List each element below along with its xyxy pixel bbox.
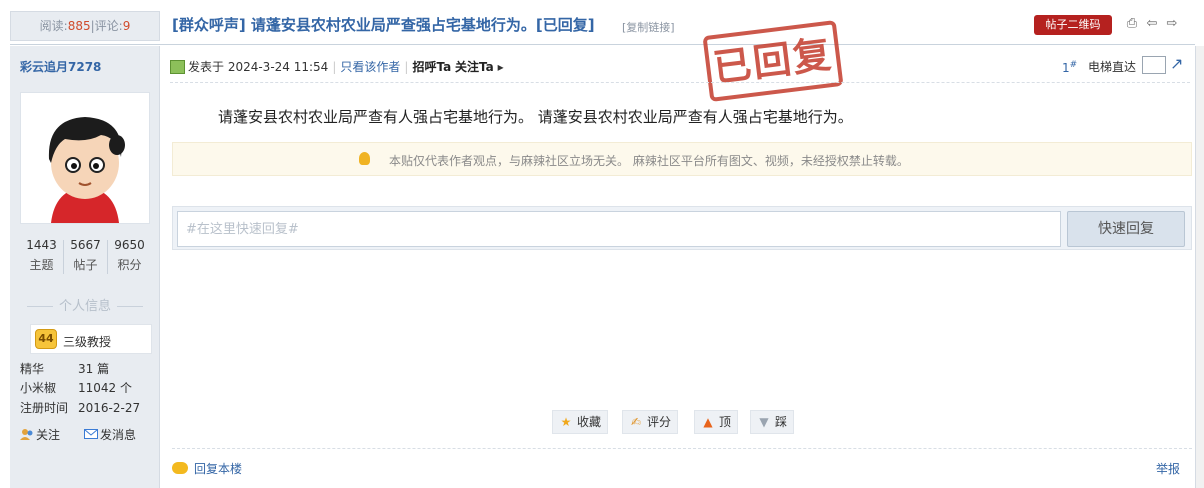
scrollbar[interactable] [1196, 46, 1204, 488]
threads-count: 1443 [26, 238, 57, 252]
online-status-icon [170, 60, 185, 74]
floor-num: 1 [1062, 61, 1070, 75]
reply-floor-link[interactable]: 回复本楼 [172, 460, 242, 477]
star-icon: ★ [560, 415, 572, 429]
meta-value: 11042 个 [78, 381, 132, 395]
thread-header: 阅读:885|评论:9 [群众呼声] 请蓬安县农村农业局严查强占宅基地行为。[已… [0, 0, 1204, 46]
points-label: 积分 [117, 258, 142, 272]
post-meta: 发表于 2024-3-24 11:54 | 只看该作者 | 招呼Ta 关注Ta ▸ [170, 58, 504, 75]
downvote-label: 踩 [775, 415, 788, 429]
elevator-input[interactable] [1142, 56, 1166, 74]
quick-reply-input[interactable] [177, 211, 1061, 247]
stat-points[interactable]: 9650 积分 [108, 238, 151, 273]
author-stats: 1443 主题 5667 帖子 9650 积分 [20, 238, 150, 276]
personal-info-heading: 个人信息 [20, 295, 150, 314]
stat-posts[interactable]: 5667 帖子 [64, 238, 107, 273]
upvote-label: 顶 [719, 415, 732, 429]
only-author-link[interactable]: 只看该作者 [340, 60, 400, 74]
floor-number[interactable]: 1# [1062, 60, 1077, 75]
favorite-button[interactable]: ★ 收藏 [552, 410, 609, 434]
rate-icon: ✍ [630, 415, 642, 429]
prev-thread-icon[interactable]: ⇦ [1144, 16, 1160, 32]
print-icon[interactable]: ⎙ [1124, 16, 1140, 32]
rate-label: 评分 [647, 415, 672, 429]
header-divider [10, 44, 1195, 45]
meta-essence: 精华 31 篇 [20, 360, 109, 377]
post-content: 请蓬安县农村农业局严查有人强占宅基地行为。 请蓬安县农村农业局严查有人强占宅基地… [218, 108, 853, 126]
elevator-label: 电梯直达 [1088, 60, 1137, 74]
rate-button[interactable]: ✍ 评分 [622, 410, 679, 434]
comments-count: 9 [122, 19, 131, 33]
heading-line [26, 306, 53, 307]
stat-threads[interactable]: 1443 主题 [20, 238, 63, 273]
speech-bubble-icon [172, 462, 188, 474]
thread-title[interactable]: [群众呼声] 请蓬安县农村农业局严查强占宅基地行为。[已回复] [172, 14, 595, 35]
message-label: 发消息 [100, 428, 137, 442]
quick-reply-box: 快速回复 [172, 206, 1192, 250]
views-label: 阅读: [39, 19, 68, 33]
floor-suffix: # [1069, 60, 1078, 70]
rank-level-icon: 44 [35, 329, 57, 349]
send-message-button[interactable]: 发消息 [84, 426, 136, 443]
meta-key: 精华 [20, 362, 45, 376]
next-thread-icon[interactable]: ⇨ [1164, 16, 1180, 32]
meta-key: 注册时间 [20, 401, 69, 415]
follow-users-icon [20, 428, 34, 440]
copy-link[interactable]: [复制链接] [622, 19, 675, 35]
favorite-label: 收藏 [577, 415, 602, 429]
meta-value: 31 篇 [78, 362, 110, 376]
threads-label: 主题 [29, 258, 54, 272]
posts-label: 帖子 [73, 258, 98, 272]
downvote-button[interactable]: ▼ 踩 [750, 410, 795, 434]
post-panel: 发表于 2024-3-24 11:54 | 只看该作者 | 招呼Ta 关注Ta ▸ 已回… [160, 20, 1196, 488]
meta-key: 小米椒 [20, 381, 57, 395]
follow-label: 关注 [36, 428, 61, 442]
more-triangle-icon[interactable]: ▸ [498, 60, 504, 74]
follow-ta-link[interactable]: 关注Ta [455, 60, 494, 74]
post-head-divider [170, 82, 1190, 83]
comments-label: 评论: [94, 19, 123, 33]
up-arrow-icon: ▲ [703, 415, 713, 429]
rank-badge-box: 44 三级教授 [30, 324, 152, 354]
disclaimer-text: 本贴仅代表作者观点，与麻辣社区立场无关。 麻辣社区平台所有图文、视频，未经授权禁… [389, 154, 909, 168]
author-name[interactable]: 彩云追月7278 [20, 58, 101, 75]
post-foot-divider [172, 448, 1192, 449]
heading-line [117, 306, 143, 307]
meta-value: 2016-2-27 [78, 401, 141, 415]
rank-name: 三级教授 [63, 335, 112, 349]
report-link[interactable]: 举报 [1156, 460, 1180, 477]
quick-reply-button[interactable]: 快速回复 [1067, 211, 1185, 247]
follow-button[interactable]: 关注 [20, 426, 60, 443]
avatar-cartoon-icon [21, 93, 149, 223]
mail-icon [84, 428, 98, 440]
views-count: 885 [67, 19, 91, 33]
qr-code-button[interactable]: 帖子二维码 [1034, 15, 1112, 35]
avatar[interactable] [20, 92, 150, 224]
personal-info-title: 个人信息 [58, 299, 111, 314]
meta-peppers: 小米椒 11042 个 [20, 379, 132, 396]
meta-register-date: 注册时间 2016-2-27 [20, 399, 140, 416]
lightbulb-icon [359, 152, 370, 165]
author-sidebar: 彩云追月7278 1443 主题 5667 帖子 9650 积分 个人信息 44… [10, 46, 160, 488]
greet-link[interactable]: 招呼Ta [412, 60, 451, 74]
points-count: 9650 [114, 238, 145, 252]
posts-count: 5667 [70, 238, 101, 252]
thread-stats: 阅读:885|评论:9 [10, 11, 160, 41]
posted-at: 发表于 2024-3-24 11:54 [188, 60, 329, 74]
reply-floor-label: 回复本楼 [194, 462, 243, 476]
disclaimer-notice: 本贴仅代表作者观点，与麻辣社区立场无关。 麻辣社区平台所有图文、视频，未经授权禁… [172, 142, 1192, 176]
upvote-button[interactable]: ▲ 顶 [694, 410, 739, 434]
elevator-go-icon[interactable]: ↗ [1170, 55, 1186, 73]
down-arrow-icon: ▼ [759, 415, 769, 429]
